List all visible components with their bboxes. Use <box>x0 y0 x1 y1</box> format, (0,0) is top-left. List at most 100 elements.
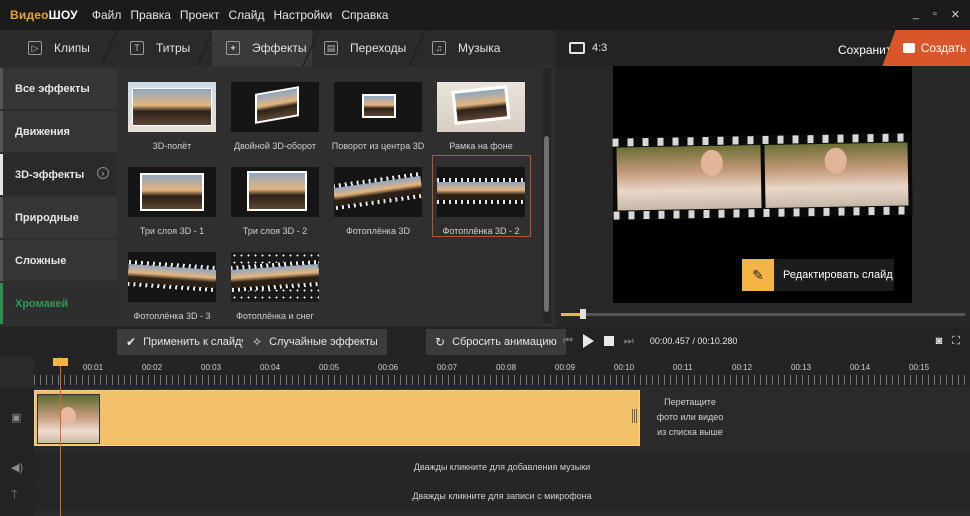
music-icon: ♫ <box>432 41 446 55</box>
category-3d[interactable]: 3D-эффекты › <box>0 154 117 195</box>
titles-icon: T <box>130 41 144 55</box>
effect-thumbnail <box>334 167 422 217</box>
edit-slide-button[interactable]: ✎ Редактировать слайд <box>742 259 894 291</box>
effect-center-rotate-3d[interactable]: Поворот из центра 3D <box>328 82 428 151</box>
tab-separator <box>404 30 430 66</box>
time-mark: 00:14 <box>850 363 871 372</box>
category-complex[interactable]: Сложные <box>0 240 117 281</box>
seek-progress <box>561 313 582 316</box>
menu-file[interactable]: Файл <box>92 8 122 22</box>
create-button[interactable]: Создать <box>899 30 970 66</box>
drop-hint-line: Перетащите <box>664 397 716 407</box>
preview-screen: ✎ Редактировать слайд <box>612 66 913 303</box>
time-mark: 00:08 <box>496 363 517 372</box>
drop-hint-line: фото или видео <box>656 412 724 422</box>
category-label: Все эффекты <box>15 82 90 95</box>
time-mark: 00:02 <box>142 363 163 372</box>
category-motion[interactable]: Движения <box>0 111 117 152</box>
timeline-playhead[interactable] <box>60 357 61 516</box>
category-label: Сложные <box>15 254 67 267</box>
category-all[interactable]: Все эффекты <box>0 68 117 109</box>
apply-label: Применить к слайду <box>143 336 247 348</box>
effect-thumbnail <box>128 82 216 132</box>
effect-label: Двойной 3D-оборот <box>234 141 316 151</box>
seek-handle[interactable] <box>580 309 587 319</box>
next-icon[interactable]: ⏭ <box>624 335 634 348</box>
slide-thumbnail[interactable] <box>37 394 100 444</box>
time-mark: 00:09 <box>555 363 576 372</box>
time-mark: 00:04 <box>260 363 281 372</box>
category-label: Природные <box>15 211 79 224</box>
category-label: Хромакей <box>15 297 69 310</box>
time-mark: 00:11 <box>673 363 693 372</box>
fullscreen-icon[interactable]: ⛶ <box>952 335 960 348</box>
effect-three-layers-3d-2[interactable]: Три слоя 3D - 2 <box>225 167 325 236</box>
create-label: Создать <box>920 41 967 55</box>
category-label: 3D-эффекты <box>15 168 85 181</box>
random-effects-button[interactable]: ✧ Случайные эффекты <box>243 329 387 355</box>
effect-thumbnail <box>231 167 319 217</box>
slide-track[interactable] <box>34 390 640 446</box>
effect-3d-flight[interactable]: 3D-полёт <box>122 82 222 151</box>
drop-hint: Перетащите фото или видео из списка выше <box>650 395 730 440</box>
menu-edit[interactable]: Правка <box>130 8 171 22</box>
tab-transitions[interactable]: ▤ Переходы <box>324 30 414 66</box>
menu-settings[interactable]: Настройки <box>273 8 332 22</box>
timeline-ruler[interactable]: 00:01 00:02 00:03 00:04 00:05 00:06 00:0… <box>34 357 970 387</box>
music-lane[interactable]: Дважды кликните для добавления музыки <box>34 453 970 481</box>
effect-frame-on-background[interactable]: Рамка на фоне <box>431 82 531 151</box>
maximize-icon[interactable]: ▫ <box>933 8 937 21</box>
tab-clips-label: Клипы <box>54 41 90 55</box>
effect-film-3d[interactable]: Фотоплёнка 3D <box>328 167 428 236</box>
aspect-ratio[interactable]: 4:3 <box>592 42 607 54</box>
effect-film-3d-2[interactable]: Фотоплёнка 3D - 2 <box>431 167 531 236</box>
photo-image <box>451 85 511 125</box>
stop-icon[interactable] <box>603 336 614 346</box>
effect-film-and-snow[interactable]: Фотоплёнка и снег <box>225 252 325 321</box>
tab-transitions-label: Переходы <box>350 41 407 55</box>
menu-bar: Файл Правка Проект Слайд Настройки Справ… <box>92 8 398 22</box>
play-icon[interactable] <box>582 334 594 348</box>
tab-music[interactable]: ♫ Музыка <box>432 30 512 66</box>
category-chromakey[interactable]: Хромакей <box>0 283 117 324</box>
reset-icon: ↻ <box>435 335 446 349</box>
effect-label: Три слоя 3D - 2 <box>242 226 308 236</box>
effect-double-3d-turn[interactable]: Двойной 3D-оборот <box>225 82 325 151</box>
apply-to-slide-button[interactable]: ✔ Применить к слайду <box>117 329 256 355</box>
effect-film-3d-3[interactable]: Фотоплёнка 3D - 3 <box>122 252 222 321</box>
tabs-bar: ▷ Клипы T Титры ✦ Эффекты ▤ Переходы ♫ М… <box>0 30 556 66</box>
preview-seek-bar[interactable] <box>561 309 965 319</box>
girl-face <box>700 149 723 177</box>
tab-separator <box>96 30 122 66</box>
playhead-handle[interactable] <box>53 358 68 366</box>
logo-part-1: Видео <box>10 8 49 22</box>
total-time: 00:10.280 <box>697 336 738 346</box>
effect-label: Три слоя 3D - 1 <box>139 226 205 236</box>
effect-three-layers-3d-1[interactable]: Три слоя 3D - 1 <box>122 167 222 236</box>
time-mark: 00:01 <box>83 363 104 372</box>
menu-project[interactable]: Проект <box>180 8 220 22</box>
monitor-icon[interactable] <box>569 42 585 54</box>
category-nature[interactable]: Природные <box>0 197 117 238</box>
previous-icon[interactable]: ⏮ <box>563 335 573 348</box>
effects-scrollbar-thumb[interactable] <box>544 136 549 312</box>
speaker-icon: ◀) <box>11 462 24 474</box>
drop-hint-line: из списка выше <box>657 427 723 437</box>
minimize-icon[interactable]: _ <box>913 8 919 21</box>
microphone-lane[interactable]: Дважды кликните для записи с микрофона <box>34 482 970 510</box>
close-icon[interactable]: ✕ <box>951 8 960 21</box>
tab-effects[interactable]: ✦ Эффекты <box>212 30 312 66</box>
snapshot-icon[interactable]: ◙ <box>936 335 943 348</box>
time-mark: 00:06 <box>378 363 399 372</box>
track-resize-handle[interactable] <box>632 409 637 423</box>
reset-animation-button[interactable]: ↻ Сбросить анимацию <box>426 329 566 355</box>
menu-slide[interactable]: Слайд <box>228 8 264 22</box>
photo-image <box>362 94 396 118</box>
effect-thumbnail <box>128 167 216 217</box>
photo-image <box>132 88 212 126</box>
photo-track-icon: ▣ <box>11 412 22 424</box>
menu-help[interactable]: Справка <box>341 8 388 22</box>
filmstrip-image <box>128 259 216 293</box>
ruler-ticks <box>34 375 970 385</box>
music-lane-label: Дважды кликните для добавления музыки <box>413 462 591 472</box>
